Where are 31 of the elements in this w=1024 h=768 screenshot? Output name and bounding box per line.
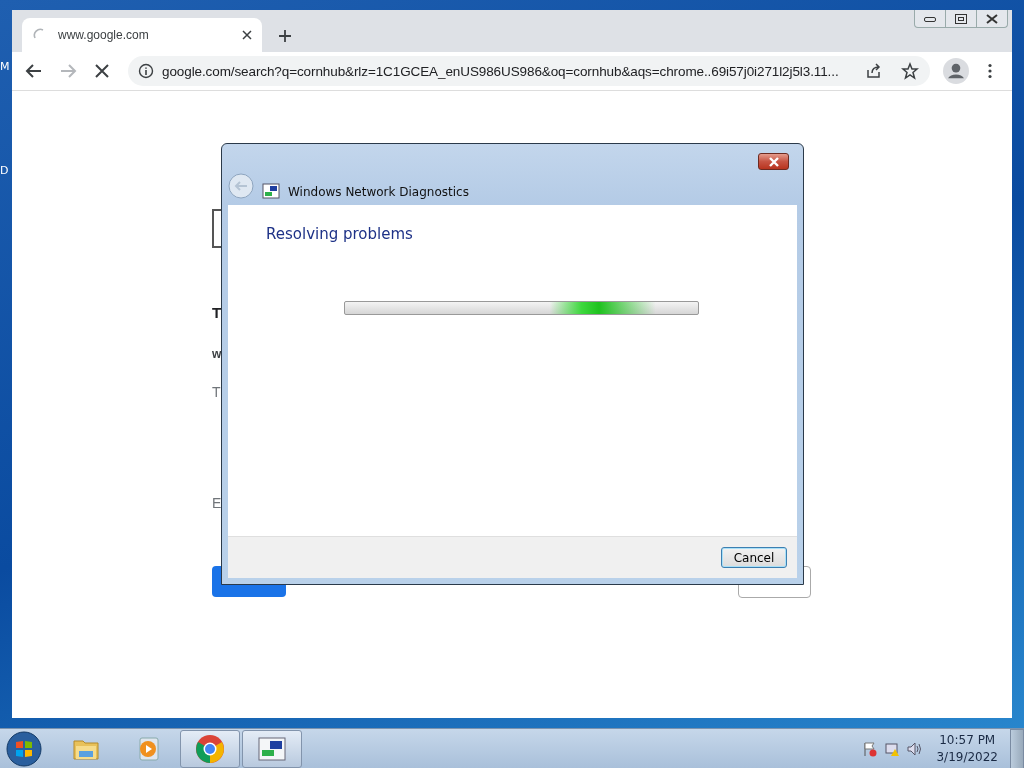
tab-title: www.google.com — [58, 28, 150, 42]
clock-date[interactable]: 3/19/2022 — [936, 748, 998, 766]
speaker-icon[interactable] — [906, 740, 923, 757]
page-text: T — [212, 383, 221, 402]
browser-tab[interactable]: www.google.com — [22, 18, 262, 52]
taskbar-button[interactable] — [180, 729, 240, 768]
cancel-button[interactable]: Cancel — [721, 547, 787, 568]
close-button[interactable] — [758, 153, 789, 170]
page-text: E — [212, 494, 222, 513]
plus-icon — [278, 29, 292, 43]
address-bar[interactable]: google.com/search?q=cornhub&rlz=1C1GCEA_enUS986US986&oq=cornhub&aqs=chrome..69i57j0i271l2j5l3.11... — [128, 56, 930, 86]
minimize-icon — [924, 15, 936, 22]
page-heading: T — [212, 303, 222, 323]
page-text: w — [212, 346, 222, 363]
restore-icon — [955, 13, 967, 24]
url-text: google.com/search?q=cornhub&rlz=1C1GCEA_enUS986US986&oq=cornhub&aqs=chrome..69i57j0i271l2j5l3.11... — [162, 63, 840, 79]
close-icon — [767, 156, 780, 167]
network-diagnostics-icon — [262, 183, 280, 199]
info-icon[interactable] — [138, 63, 154, 79]
start-button[interactable] — [6, 730, 42, 767]
taskbar-button[interactable] — [242, 729, 302, 768]
desktop-icon-label[interactable]: D — [0, 164, 12, 178]
close-icon[interactable] — [242, 30, 252, 40]
desktop-icon-label[interactable]: M — [0, 60, 12, 74]
dialog-title: Windows Network Diagnostics — [288, 185, 469, 199]
flag-icon[interactable] — [862, 740, 879, 757]
dialog-heading: Resolving problems — [266, 225, 414, 243]
clock-time[interactable]: 10:57 PM — [939, 731, 996, 749]
close-icon — [986, 13, 998, 24]
chrome-icon — [194, 732, 226, 765]
profile-icon[interactable] — [942, 57, 970, 85]
